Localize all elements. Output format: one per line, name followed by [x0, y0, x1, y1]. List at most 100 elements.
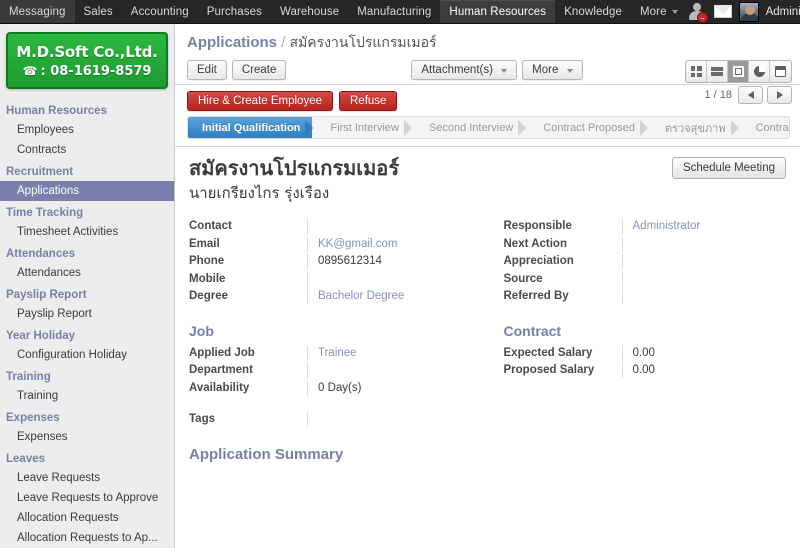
workflow-step-4[interactable]: Contract Proposed — [525, 117, 648, 138]
record-header: สมัครงานโปรแกรมเมอร์ นายเกรียงไกร รุ่งเร… — [189, 157, 786, 205]
menu-item-warehouse[interactable]: Warehouse — [271, 0, 348, 23]
field-value-expected-salary[interactable]: 0.00 — [621, 345, 787, 361]
menu-item-purchases[interactable]: Purchases — [198, 0, 271, 23]
field-value-email[interactable]: KK@gmail.com — [307, 236, 488, 252]
user-request-icon[interactable]: → — [687, 2, 708, 23]
sidebar-item-contracts[interactable]: Contracts — [0, 140, 174, 160]
field-row: Applied Job Trainee — [189, 345, 488, 364]
avatar[interactable] — [738, 1, 759, 22]
pager: 1 / 18 — [704, 86, 792, 104]
sidebar-item-payslip-report[interactable]: Payslip Report — [0, 304, 174, 324]
workflow-step-3[interactable]: Second Interview — [411, 117, 527, 138]
sidebar-item-allocation-requests[interactable]: Allocation Requests — [0, 508, 174, 528]
main-content: Applications / สมัครงานโปรแกรมเมอร์ Edit… — [175, 24, 800, 548]
workflow-step-2[interactable]: First Interview — [312, 117, 413, 138]
main-menu-items: Messaging Sales Accounting Purchases Warehou… — [0, 0, 687, 23]
sidebar-item-applications[interactable]: Applications — [0, 181, 174, 201]
field-value-applied-job[interactable]: Trainee — [307, 345, 488, 361]
more-dropdown[interactable]: More — [522, 60, 583, 80]
menu-item-accounting[interactable]: Accounting — [122, 0, 198, 23]
sidebar-item-attendances[interactable]: Attendances — [0, 263, 174, 283]
field-value-availability[interactable]: 0 Day(s) — [307, 380, 488, 396]
field-row: Degree Bachelor Degree — [189, 289, 488, 307]
kanban-view-button[interactable] — [686, 61, 707, 82]
mail-icon[interactable] — [713, 5, 732, 18]
chevron-down-icon — [671, 9, 678, 14]
form-columns: Contact Email KK@gmail.com Phone 0895612314 M… — [189, 219, 786, 463]
field-row: Next Action — [504, 236, 787, 255]
responsible-field-group: Responsible Administrator Next Action Appre… — [504, 219, 787, 307]
page-title: สมัครงานโปรแกรมเมอร์ — [189, 156, 400, 180]
pager-next-button[interactable] — [767, 86, 792, 104]
sidebar-item-timesheet-activities[interactable]: Timesheet Activities — [0, 222, 174, 242]
user-menu-label: Administrator — [765, 5, 800, 18]
company-name: M.D.Soft Co.,Ltd. — [16, 42, 158, 61]
chevron-down-icon — [501, 69, 508, 73]
sidebar-item-employees[interactable]: Employees — [0, 120, 174, 140]
toolbar: Edit Create Attachment(s) More 1 / 18 — [175, 58, 800, 104]
field-value-phone[interactable]: 0895612314 — [307, 254, 488, 269]
form-view-button[interactable] — [728, 61, 749, 82]
breadcrumb-root[interactable]: Applications — [187, 34, 277, 51]
field-value-next-action[interactable] — [621, 236, 787, 252]
menu-item-more[interactable]: More — [631, 0, 687, 23]
sidebar-item-leave-requests[interactable]: Leave Requests — [0, 468, 174, 488]
menu-item-sales[interactable]: Sales — [75, 0, 122, 23]
contract-field-group: Expected Salary 0.00 Proposed Salary 0.00 — [504, 345, 787, 381]
company-phone: ☎ : 08-1619-8579 — [23, 64, 152, 79]
sidebar: M.D.Soft Co.,Ltd. ☎ : 08-1619-8579 Human… — [0, 24, 175, 548]
field-value-appreciation[interactable] — [621, 254, 787, 269]
refuse-button[interactable]: Refuse — [339, 91, 398, 111]
field-value-degree[interactable]: Bachelor Degree — [307, 289, 488, 304]
menu-item-label: Manufacturing — [357, 5, 432, 18]
sidebar-section-recruitment: Recruitment — [6, 166, 74, 178]
workflow-step-label: Second Interview — [428, 121, 514, 134]
field-value-referred-by[interactable] — [621, 289, 787, 304]
list-view-button[interactable] — [707, 61, 728, 82]
schedule-meeting-button[interactable]: Schedule Meeting — [671, 157, 786, 179]
main-menu-bar: Messaging Sales Accounting Purchases Warehou… — [0, 0, 800, 24]
breadcrumb-separator: / — [281, 34, 286, 51]
field-value-contact[interactable] — [307, 219, 488, 234]
field-label-availability: Availability — [189, 381, 250, 394]
field-value-mobile[interactable] — [307, 271, 488, 287]
hire-create-employee-button[interactable]: Hire & Create Employee — [187, 91, 333, 111]
user-alert-badge: → — [696, 11, 708, 23]
contact-field-group: Contact Email KK@gmail.com Phone 0895612314 M… — [189, 219, 488, 307]
menu-item-manufacturing[interactable]: Manufacturing — [348, 0, 440, 23]
create-button[interactable]: Create — [231, 60, 287, 80]
edit-button[interactable]: Edit — [187, 60, 227, 80]
status-bar: Initial Qualification First Interview Seco… — [187, 116, 790, 139]
sidebar-item-allocation-requests-to-ap[interactable]: Allocation Requests to Ap... — [0, 528, 174, 548]
attachments-dropdown[interactable]: Attachment(s) — [411, 60, 518, 80]
field-value-department[interactable] — [307, 363, 488, 378]
field-value-responsible[interactable]: Administrator — [621, 219, 787, 234]
tags-value[interactable] — [307, 412, 488, 427]
menu-item-knowledge[interactable]: Knowledge — [555, 0, 631, 23]
breadcrumb: Applications / สมัครงานโปรแกรมเมอร์ — [187, 32, 790, 54]
sidebar-item-expenses[interactable]: Expenses — [0, 427, 174, 447]
workflow-step-6[interactable]: Contract Signed — [738, 117, 789, 138]
field-row: Expected Salary 0.00 — [504, 345, 787, 364]
more-label: More — [532, 64, 559, 76]
graph-view-button[interactable] — [749, 61, 770, 82]
sidebar-item-configuration-holiday[interactable]: Configuration Holiday — [0, 345, 174, 365]
field-label-contact: Contact — [189, 220, 232, 232]
menu-item-human-resources[interactable]: Human Resources — [440, 0, 556, 23]
workflow-step-1[interactable]: Initial Qualification — [188, 117, 314, 138]
user-menu[interactable]: Administrator — [766, 6, 800, 18]
field-value-proposed-salary[interactable]: 0.00 — [621, 363, 787, 378]
field-value-source[interactable] — [621, 271, 787, 287]
field-label-appreciation: Appreciation — [503, 255, 574, 267]
field-label-mobile: Mobile — [189, 272, 226, 285]
menu-item-messaging[interactable]: Messaging — [0, 0, 75, 23]
sidebar-item-leave-requests-to-approve[interactable]: Leave Requests to Approve — [0, 488, 174, 508]
sidebar-section-leaves: Leaves — [6, 453, 46, 465]
pager-previous-button[interactable] — [738, 86, 763, 104]
calendar-view-button[interactable] — [770, 61, 791, 82]
field-row: Contact — [189, 219, 488, 237]
sidebar-item-training[interactable]: Training — [0, 386, 174, 406]
field-label-applied-job: Applied Job — [189, 346, 255, 359]
workflow-step-5[interactable]: ตรวจสุขภาพ — [647, 117, 739, 138]
sidebar-section-time-tracking: Time Tracking — [6, 207, 84, 219]
